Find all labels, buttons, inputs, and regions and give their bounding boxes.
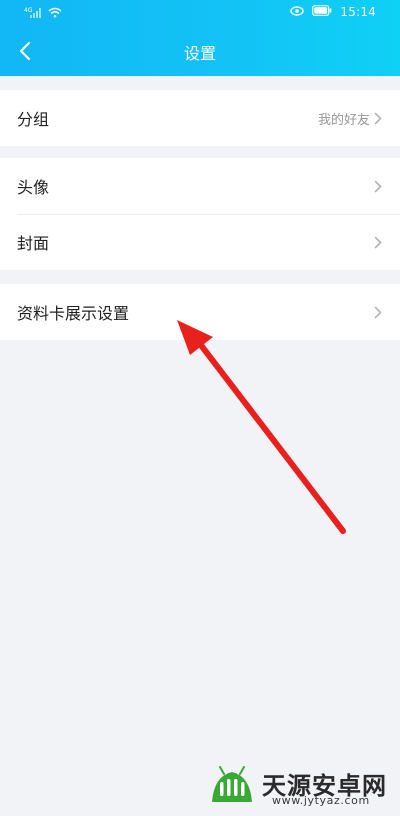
watermark-url: www.jytyaz.com bbox=[272, 794, 370, 807]
android-logo-icon bbox=[212, 766, 252, 802]
red-arrow-annotation bbox=[177, 320, 346, 534]
watermark: 天源安卓网 www.jytyaz.com bbox=[206, 762, 396, 810]
